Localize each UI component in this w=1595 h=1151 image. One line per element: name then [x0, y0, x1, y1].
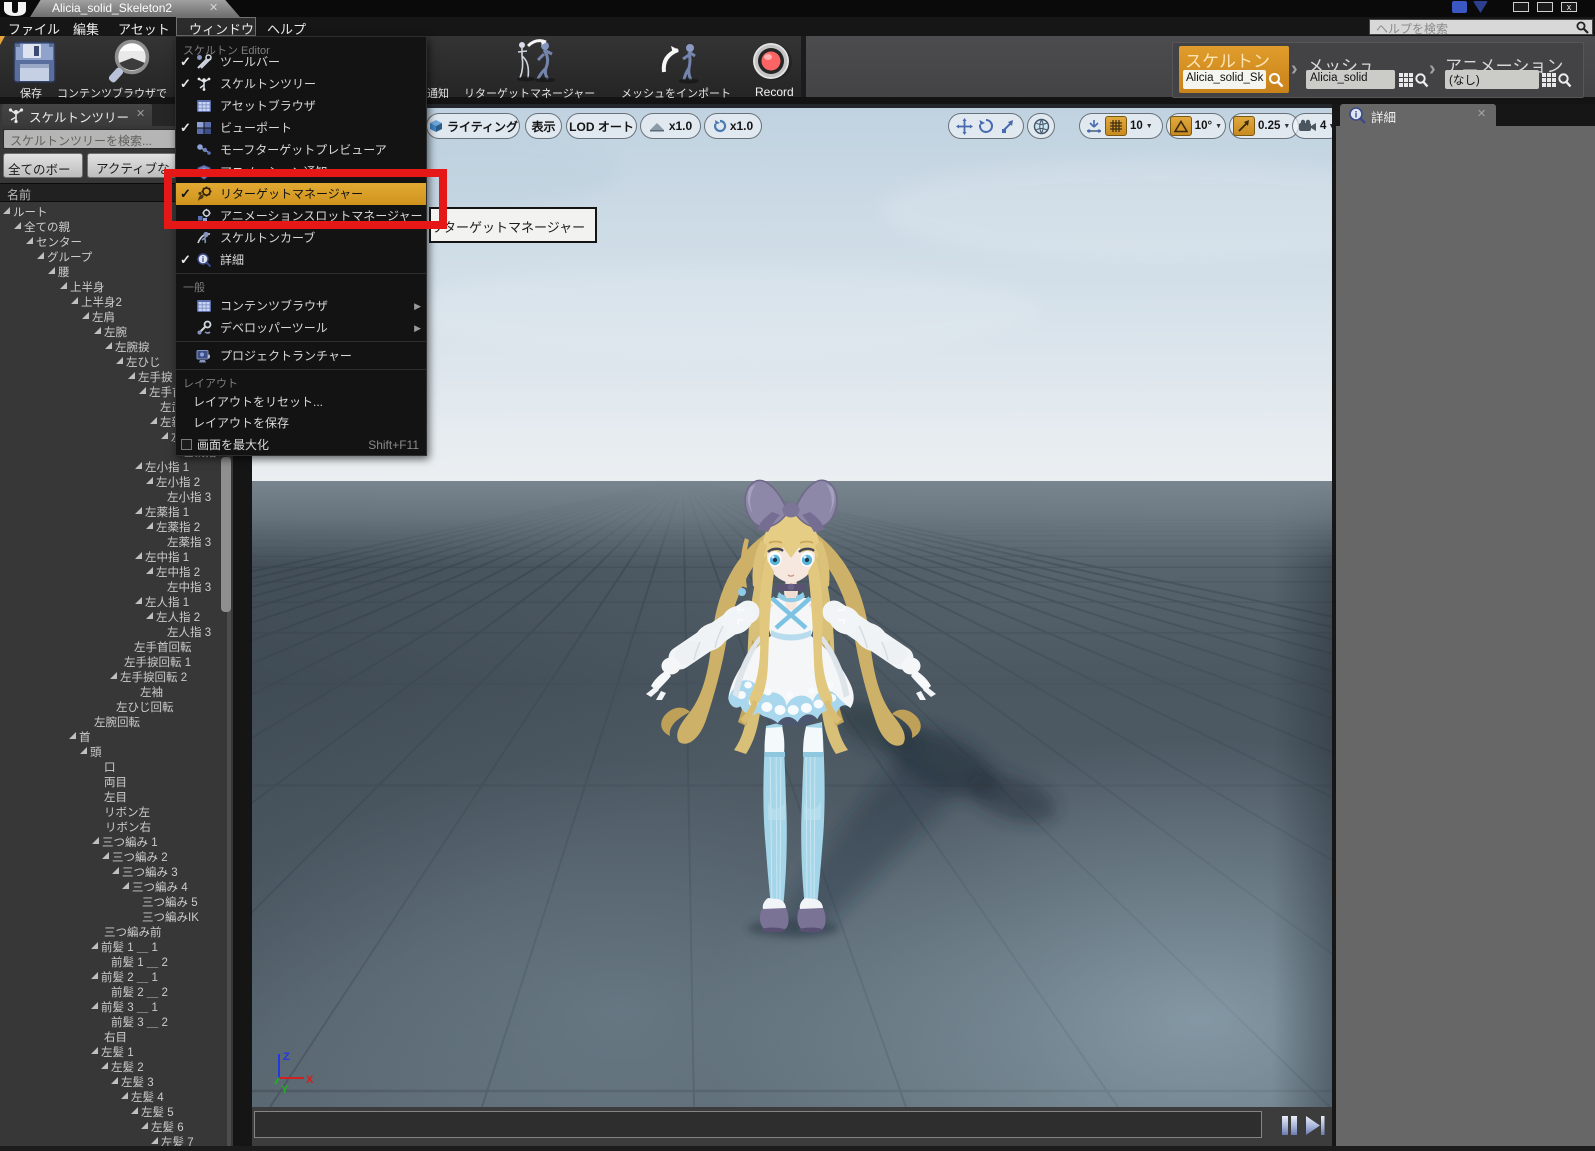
- svg-text:Y: Y: [281, 1084, 289, 1096]
- svg-text:i: i: [202, 255, 204, 264]
- svg-text:i: i: [1355, 110, 1358, 120]
- svg-text:Z: Z: [283, 1051, 290, 1063]
- svg-text:X: X: [306, 1074, 314, 1086]
